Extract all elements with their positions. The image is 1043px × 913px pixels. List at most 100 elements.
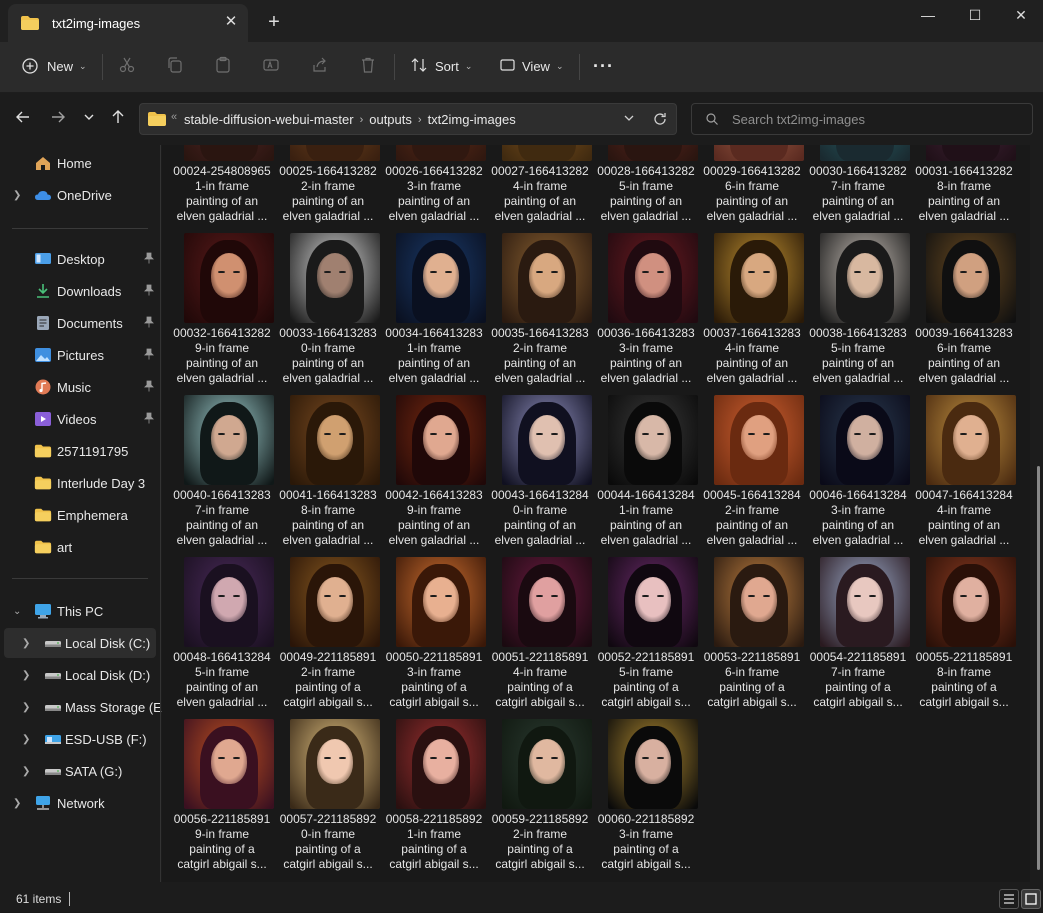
- breadcrumb-item[interactable]: txt2img-images: [428, 112, 516, 127]
- file-item[interactable]: 00049-221185891 2-in frame painting of a…: [275, 557, 381, 719]
- sidebar-item-videos[interactable]: Videos: [4, 404, 156, 434]
- chevron-down-icon[interactable]: ⌄: [13, 606, 21, 617]
- file-item[interactable]: 00041-166413283 8-in frame painting of a…: [275, 395, 381, 557]
- maximize-button[interactable]: ☐: [952, 0, 998, 32]
- sidebar-item-home[interactable]: Home: [4, 148, 156, 178]
- file-item[interactable]: 00026-166413282 3-in frame painting of a…: [381, 145, 487, 233]
- file-item[interactable]: 00054-221185891 7-in frame painting of a…: [805, 557, 911, 719]
- file-item[interactable]: 00027-166413282 4-in frame painting of a…: [487, 145, 593, 233]
- file-item[interactable]: 00056-221185891 9-in frame painting of a…: [169, 719, 275, 881]
- pin-icon: [144, 252, 154, 267]
- file-item[interactable]: 00057-221185892 0-in frame painting of a…: [275, 719, 381, 881]
- file-item[interactable]: 00034-166413283 1-in frame painting of a…: [381, 233, 487, 395]
- share-button[interactable]: [311, 52, 329, 80]
- chevron-right-icon[interactable]: ❯: [22, 766, 30, 777]
- file-item[interactable]: 00060-221185892 3-in frame painting of a…: [593, 719, 699, 881]
- up-button[interactable]: [106, 109, 130, 131]
- new-button[interactable]: New ⌄: [22, 52, 87, 80]
- sidebar-item-network[interactable]: ❯ Network: [4, 788, 156, 818]
- scrollbar-thumb[interactable]: [1037, 466, 1040, 870]
- chevron-right-icon[interactable]: ❯: [13, 798, 21, 809]
- close-window-button[interactable]: ✕: [998, 0, 1043, 32]
- cut-button[interactable]: [118, 52, 136, 80]
- file-item[interactable]: 00040-166413283 7-in frame painting of a…: [169, 395, 275, 557]
- large-icons-view-button[interactable]: [1021, 889, 1041, 909]
- sidebar-item-2571191795[interactable]: 2571191795: [4, 436, 156, 466]
- sidebar-item-local-disk-c[interactable]: ❯ Local Disk (C:): [4, 628, 156, 658]
- file-item[interactable]: 00055-221185891 8-in frame painting of a…: [911, 557, 1017, 719]
- file-item[interactable]: 00033-166413283 0-in frame painting of a…: [275, 233, 381, 395]
- pane-divider[interactable]: [160, 145, 161, 882]
- file-item[interactable]: 00039-166413283 6-in frame painting of a…: [911, 233, 1017, 395]
- chevron-right-icon[interactable]: ❯: [22, 702, 30, 713]
- sidebar-item-onedrive[interactable]: ❯ OneDrive: [4, 180, 156, 210]
- refresh-icon[interactable]: [652, 111, 668, 132]
- file-item[interactable]: 00024-254808965 1-in frame painting of a…: [169, 145, 275, 233]
- rename-button[interactable]: [262, 52, 280, 80]
- image-thumbnail: [608, 233, 698, 323]
- file-item[interactable]: 00042-166413283 9-in frame painting of a…: [381, 395, 487, 557]
- file-item[interactable]: 00052-221185891 5-in frame painting of a…: [593, 557, 699, 719]
- file-item[interactable]: 00051-221185891 4-in frame painting of a…: [487, 557, 593, 719]
- chevron-right-icon[interactable]: ❯: [22, 734, 30, 745]
- close-tab-icon[interactable]: ✕: [222, 13, 240, 31]
- file-item[interactable]: 00050-221185891 3-in frame painting of a…: [381, 557, 487, 719]
- sidebar-item-art[interactable]: art: [4, 532, 156, 562]
- file-item[interactable]: 00043-166413284 0-in frame painting of a…: [487, 395, 593, 557]
- file-item[interactable]: 00058-221185892 1-in frame painting of a…: [381, 719, 487, 881]
- sidebar-item-documents[interactable]: Documents: [4, 308, 156, 338]
- breadcrumb-item[interactable]: outputs: [369, 112, 412, 127]
- view-button[interactable]: View ⌄: [499, 52, 564, 80]
- chevron-right-icon[interactable]: ❯: [22, 638, 30, 649]
- paste-button[interactable]: [214, 52, 232, 80]
- sidebar-item-downloads[interactable]: Downloads: [4, 276, 156, 306]
- sidebar-item-mass-storage-e[interactable]: ❯ Mass Storage (E:): [4, 692, 170, 722]
- chevron-right-icon[interactable]: ❯: [13, 190, 21, 201]
- sidebar-item-sata-g[interactable]: ❯ SATA (G:): [4, 756, 156, 786]
- sidebar-item-emphemera[interactable]: Emphemera: [4, 500, 156, 530]
- file-item[interactable]: 00047-166413284 4-in frame painting of a…: [911, 395, 1017, 557]
- file-item[interactable]: 00038-166413283 5-in frame painting of a…: [805, 233, 911, 395]
- sidebar-item-local-disk-d[interactable]: ❯ Local Disk (D:): [4, 660, 156, 690]
- address-bar[interactable]: « stable-diffusion-webui-master › output…: [139, 103, 677, 135]
- sidebar-item-this-pc[interactable]: ⌄ This PC: [4, 596, 156, 626]
- sidebar-item-esd-usb-f[interactable]: ❯ ESD-USB (F:): [4, 724, 156, 754]
- address-dropdown-icon[interactable]: [622, 111, 636, 130]
- file-item[interactable]: 00030-166413282 7-in frame painting of a…: [805, 145, 911, 233]
- forward-button[interactable]: [46, 109, 70, 131]
- sidebar-item-desktop[interactable]: Desktop: [4, 244, 156, 274]
- overflow-chevron-icon[interactable]: «: [171, 111, 177, 123]
- more-options-button[interactable]: ···: [593, 52, 614, 80]
- file-item[interactable]: 00036-166413283 3-in frame painting of a…: [593, 233, 699, 395]
- delete-button[interactable]: [359, 52, 377, 80]
- file-item[interactable]: 00035-166413283 2-in frame painting of a…: [487, 233, 593, 395]
- back-button[interactable]: [11, 109, 35, 131]
- search-input[interactable]: [730, 111, 1024, 128]
- chevron-right-icon[interactable]: ❯: [22, 670, 30, 681]
- sidebar-item-pictures[interactable]: Pictures: [4, 340, 156, 370]
- breadcrumb-separator-icon[interactable]: ›: [360, 114, 364, 126]
- file-item[interactable]: 00046-166413284 3-in frame painting of a…: [805, 395, 911, 557]
- file-item[interactable]: 00053-221185891 6-in frame painting of a…: [699, 557, 805, 719]
- file-item[interactable]: 00037-166413283 4-in frame painting of a…: [699, 233, 805, 395]
- file-item[interactable]: 00025-166413282 2-in frame painting of a…: [275, 145, 381, 233]
- file-item[interactable]: 00028-166413282 5-in frame painting of a…: [593, 145, 699, 233]
- file-item[interactable]: 00031-166413282 8-in frame painting of a…: [911, 145, 1017, 233]
- file-item[interactable]: 00048-166413284 5-in frame painting of a…: [169, 557, 275, 719]
- tab-txt2img-images[interactable]: txt2img-images ✕: [8, 4, 248, 42]
- file-item[interactable]: 00059-221185892 2-in frame painting of a…: [487, 719, 593, 881]
- new-tab-button[interactable]: +: [262, 10, 286, 34]
- file-item[interactable]: 00029-166413282 6-in frame painting of a…: [699, 145, 805, 233]
- sidebar-item-music[interactable]: Music: [4, 372, 156, 402]
- file-item[interactable]: 00032-166413282 9-in frame painting of a…: [169, 233, 275, 395]
- sort-button[interactable]: Sort ⌄: [410, 52, 472, 80]
- details-view-button[interactable]: [999, 889, 1019, 909]
- breadcrumb-item[interactable]: stable-diffusion-webui-master: [184, 112, 354, 127]
- breadcrumb-separator-icon[interactable]: ›: [418, 114, 422, 126]
- file-item[interactable]: 00045-166413284 2-in frame painting of a…: [699, 395, 805, 557]
- copy-button[interactable]: [166, 52, 184, 80]
- sidebar-item-interlude-day-3[interactable]: Interlude Day 3: [4, 468, 156, 498]
- file-item[interactable]: 00044-166413284 1-in frame painting of a…: [593, 395, 699, 557]
- minimize-button[interactable]: —: [905, 0, 951, 32]
- recent-locations-button[interactable]: [77, 109, 101, 131]
